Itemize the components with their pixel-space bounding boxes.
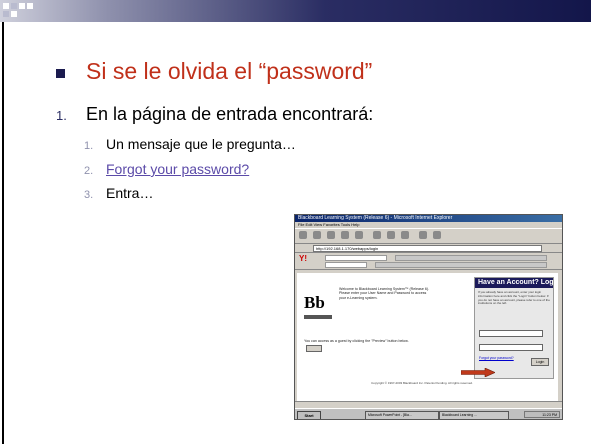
copyright-text: Copyright © 1997-2003 Blackboard Inc. Pa… xyxy=(371,381,473,385)
welcome-text: Welcome to Blackboard Learning System™ (… xyxy=(339,287,430,300)
favorites-icon xyxy=(387,231,395,239)
decor-square xyxy=(11,3,17,9)
stop-icon xyxy=(327,231,335,239)
taskbar-item: Blackboard Learning ... xyxy=(439,411,509,419)
login-panel: Have an Account? Login Here. If you alre… xyxy=(474,277,554,379)
print-icon xyxy=(433,231,441,239)
address-bar: http://192.168.1.170/webapps/login xyxy=(295,244,562,253)
system-clock: 11:23 PM xyxy=(524,411,560,418)
slide-border xyxy=(2,22,4,444)
sub-item-number: 3. xyxy=(84,189,94,201)
slide-title: Si se le olvida el “password” xyxy=(86,58,373,84)
window-title: Blackboard Learning System (Release 6) -… xyxy=(295,215,562,222)
sub-item: 1. Un mensaje que le pregunta… xyxy=(84,136,296,152)
forward-icon xyxy=(313,231,321,239)
status-bar xyxy=(295,401,562,408)
arrow-right-icon xyxy=(461,368,495,377)
mail-icon xyxy=(419,231,427,239)
login-page-screenshot: Blackboard Learning System (Release 6) -… xyxy=(294,214,563,420)
step-text: En la página de entrada encontrará: xyxy=(86,104,374,124)
step-number: 1. xyxy=(56,108,67,123)
refresh-icon xyxy=(341,231,349,239)
login-button: Login xyxy=(531,358,549,366)
sub-item-number: 2. xyxy=(84,165,94,177)
taskbar-item: Microsoft PowerPoint - [Bla... xyxy=(365,411,439,419)
back-icon xyxy=(299,231,307,239)
forgot-password-link[interactable]: Forgot your password? xyxy=(106,161,249,177)
yahoo-logo-icon: Y! xyxy=(299,254,307,263)
sub-item: 3. Entra… xyxy=(84,185,153,201)
forgot-link-small: Forgot your password? xyxy=(479,356,514,360)
decor-square xyxy=(3,11,9,17)
password-field xyxy=(479,344,543,351)
yahoo-buttons xyxy=(395,255,547,261)
yahoo-search-box xyxy=(325,255,387,261)
sub-item-text: Entra… xyxy=(106,185,154,201)
blackboard-logo: Bb xyxy=(304,293,325,312)
decor-square xyxy=(3,3,9,9)
decor-square xyxy=(27,3,33,9)
guest-text: You can access as a guest by clicking th… xyxy=(304,339,409,343)
history-icon xyxy=(401,231,409,239)
sub-item: 2. Forgot your password? xyxy=(84,161,249,177)
home-icon xyxy=(355,231,363,239)
login-page: Bb Welcome to Blackboard Learning System… xyxy=(297,273,558,401)
sub-item-number: 1. xyxy=(84,140,94,152)
login-panel-title: Have an Account? Login Here. xyxy=(475,278,553,288)
title-row: Si se le olvida el “password” xyxy=(56,58,372,85)
title-banner xyxy=(0,0,591,22)
logo-bar xyxy=(304,315,332,319)
yahoo-toolbar: Y! xyxy=(295,253,562,270)
login-panel-text: If you already have an account, enter yo… xyxy=(478,290,550,306)
decor-square xyxy=(11,11,17,17)
taskbar: Start Microsoft PowerPoint - [Bla... Bla… xyxy=(295,408,562,419)
sub-item-text: Un mensaje que le pregunta… xyxy=(106,136,296,152)
start-button: Start xyxy=(297,411,321,419)
square-bullet-icon xyxy=(56,68,65,78)
preview-button xyxy=(306,345,322,352)
step-item: 1. En la página de entrada encontrará: xyxy=(56,104,373,125)
username-field xyxy=(479,330,543,337)
search-icon xyxy=(373,231,381,239)
yahoo-links xyxy=(375,262,547,268)
yahoo-field xyxy=(325,262,367,268)
browser-toolbar xyxy=(295,228,562,244)
decor-square xyxy=(19,3,25,9)
address-field: http://192.168.1.170/webapps/login xyxy=(313,245,542,252)
